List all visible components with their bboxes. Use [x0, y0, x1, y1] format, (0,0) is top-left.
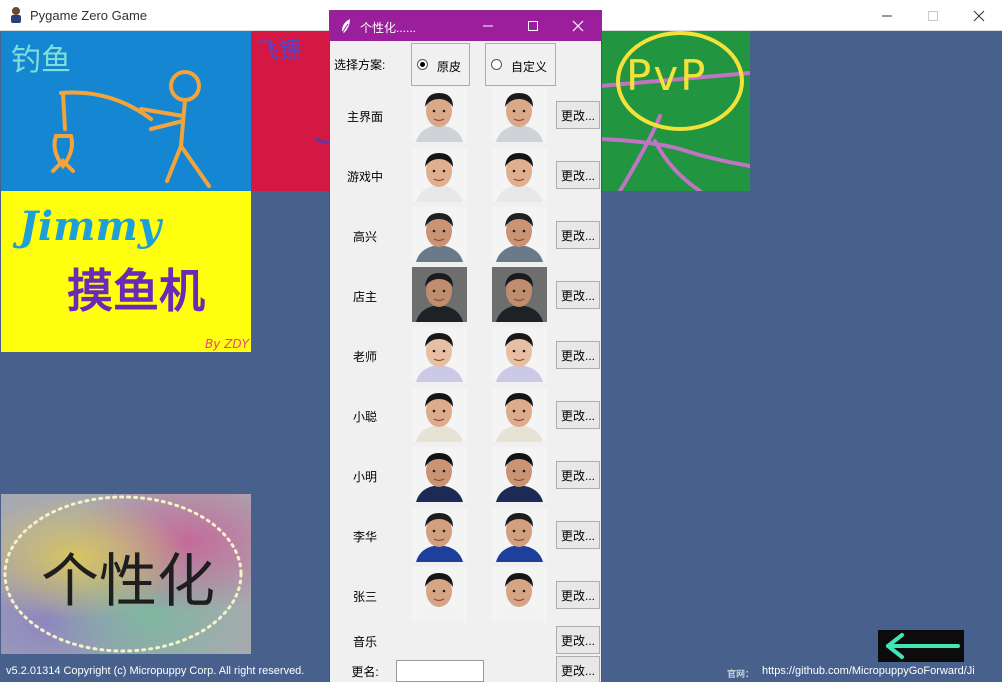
face-thumbnail-xiaocong-original	[412, 387, 467, 442]
minimize-icon	[882, 15, 892, 16]
row-label-zhangsan: 张三	[352, 590, 377, 604]
scheme-radio-original[interactable]: 原皮	[411, 43, 470, 86]
face-thumbnail-zhangsan-original	[412, 567, 467, 622]
jimmy-logo-tile: Jimmy 摸鱼机 By ZDY	[1, 191, 251, 352]
change-button-zhangsan[interactable]: 更改...	[556, 581, 600, 609]
row-label-shopkeeper: 店主	[352, 290, 377, 304]
row-label-teacher: 老师	[352, 350, 377, 364]
dialog-title: 个性化......	[360, 21, 417, 35]
close-icon	[973, 10, 985, 21]
back-button[interactable]	[878, 630, 964, 662]
pvp-tile-label: PvP	[626, 51, 708, 100]
face-thumbnail-main-original	[412, 87, 467, 142]
row-label-ingame: 游戏中	[346, 170, 383, 184]
arrow-left-icon	[886, 633, 960, 659]
fishing-stickman-drawing	[51, 70, 211, 188]
face-thumbnail-main-current	[492, 87, 547, 142]
change-button-shopkeeper[interactable]: 更改...	[556, 281, 600, 309]
fishing-game-tile[interactable]: 钓鱼	[1, 31, 251, 191]
change-button-happy[interactable]: 更改...	[556, 221, 600, 249]
face-thumbnail-happy-original	[412, 207, 467, 262]
personalize-dialog: 个性化...... 选择方案: 原皮 自定义 主界面 游戏中 高兴 店主 老师 …	[329, 10, 602, 682]
row-label-rename: 更名:	[351, 665, 379, 679]
copyright-text: v5.2.01314 Copyright (c) Micropuppy Corp…	[6, 665, 305, 677]
change-button-ingame[interactable]: 更改...	[556, 161, 600, 189]
scheme-custom-label: 自定义	[511, 60, 548, 74]
jimmy-byline: By ZDY	[205, 337, 249, 351]
scheme-original-label: 原皮	[437, 60, 462, 74]
dialog-minimize-button[interactable]	[466, 11, 510, 41]
radio-button-icon	[491, 59, 502, 70]
face-thumbnail-ingame-current	[492, 147, 547, 202]
close-icon	[572, 20, 584, 32]
change-button-main[interactable]: 更改...	[556, 101, 600, 129]
row-label-main: 主界面	[346, 110, 383, 124]
personalize-tile-label: 个性化	[41, 547, 216, 615]
row-label-music: 音乐	[352, 635, 377, 649]
face-thumbnail-xiaocong-current	[492, 387, 547, 442]
dialog-close-button[interactable]	[556, 11, 600, 41]
face-thumbnail-xiaoming-current	[492, 447, 547, 502]
personalize-tile[interactable]: 个性化	[1, 494, 251, 654]
maximize-icon	[528, 21, 538, 31]
dart-drawing	[314, 137, 330, 145]
face-thumbnail-teacher-current	[492, 327, 547, 382]
row-label-happy: 高兴	[352, 230, 377, 244]
rename-input[interactable]	[396, 660, 484, 682]
face-thumbnail-shopkeeper-original	[412, 267, 467, 322]
face-thumbnail-teacher-original	[412, 327, 467, 382]
jimmy-title: Jimmy	[19, 203, 162, 250]
minimize-button[interactable]	[864, 0, 910, 31]
dialog-maximize-button[interactable]	[511, 11, 555, 41]
minimize-icon	[483, 25, 493, 27]
maximize-button[interactable]	[910, 0, 956, 31]
face-thumbnail-shopkeeper-current	[492, 267, 547, 322]
dialog-titlebar: 个性化......	[330, 11, 601, 41]
radio-button-icon	[417, 59, 428, 70]
change-button-teacher[interactable]: 更改...	[556, 341, 600, 369]
scheme-label: 选择方案:	[334, 58, 386, 72]
row-label-xiaocong: 小聪	[352, 410, 377, 424]
feather-icon	[341, 19, 350, 34]
change-button-xiaoming[interactable]: 更改...	[556, 461, 600, 489]
face-thumbnail-happy-current	[492, 207, 547, 262]
face-thumbnail-lihua-current	[492, 507, 547, 562]
face-thumbnail-zhangsan-current	[492, 567, 547, 622]
github-url[interactable]: https://github.com/MicropuppyGoForward/J…	[762, 665, 975, 677]
row-label-xiaoming: 小明	[352, 470, 377, 484]
change-button-music[interactable]: 更改...	[556, 626, 600, 654]
scheme-radio-custom[interactable]: 自定义	[485, 43, 556, 86]
maximize-icon	[928, 10, 938, 21]
face-thumbnail-lihua-original	[412, 507, 467, 562]
pygame-app-icon	[11, 7, 21, 23]
window-title: Pygame Zero Game	[30, 8, 148, 23]
change-button-rename[interactable]: 更改...	[556, 656, 600, 682]
close-button[interactable]	[956, 0, 1002, 31]
pvp-game-tile[interactable]: PvP	[600, 31, 750, 191]
face-thumbnail-xiaoming-original	[412, 447, 467, 502]
jimmy-subtitle: 摸鱼机	[67, 264, 205, 318]
darts-game-tile[interactable]: 飞镖	[251, 31, 331, 191]
change-button-xiaocong[interactable]: 更改...	[556, 401, 600, 429]
row-label-lihua: 李华	[352, 530, 377, 544]
change-button-lihua[interactable]: 更改...	[556, 521, 600, 549]
official-site-label: 官网：	[727, 669, 755, 679]
face-thumbnail-ingame-original	[412, 147, 467, 202]
